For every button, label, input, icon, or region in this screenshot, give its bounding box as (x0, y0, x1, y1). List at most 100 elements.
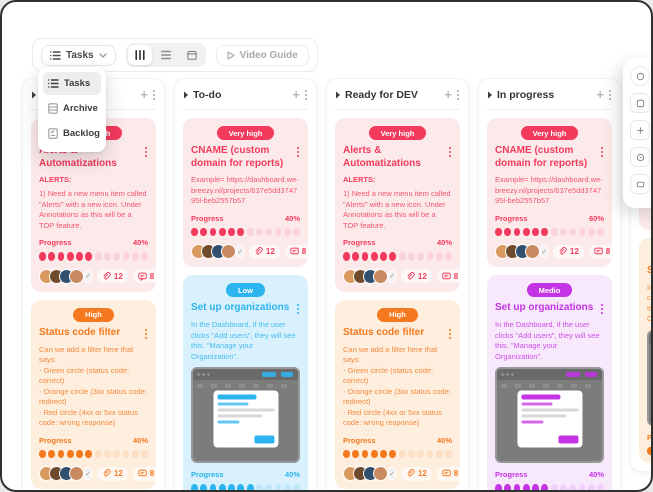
task-card-status-filter[interactable]: High Status code filter Can we add a fil… (31, 300, 156, 490)
card-footer: ✓ 12 8 (39, 269, 148, 284)
progress-row: Progress 40% (39, 238, 148, 247)
menu-item-backlog[interactable]: Backlog (43, 122, 101, 145)
task-card-setup-organizations[interactable]: Low Set up organizations In the Dashboar… (183, 275, 308, 492)
progress-percent: 40% (285, 470, 300, 479)
progress-dots (343, 450, 452, 459)
tasks-dropdown-label: Tasks (66, 50, 94, 61)
card-title: Alerts & Automatizations (343, 145, 444, 170)
progress-percent: 40% (437, 238, 452, 247)
card-title: Set up organizations (191, 302, 292, 315)
links-count[interactable]: 12 (401, 467, 432, 481)
list-icon (48, 79, 59, 88)
task-card-setup-organizations[interactable]: Medio Set up organizations In the Dashbo… (487, 275, 612, 492)
column-menu-icon[interactable] (152, 89, 156, 101)
progress-percent: 60% (589, 214, 604, 223)
progress-label: Progress (343, 436, 376, 445)
card-menu-icon[interactable] (448, 146, 452, 158)
comments-count[interactable]: 8 (133, 269, 159, 283)
caret-right-icon[interactable] (183, 91, 189, 99)
caret-right-icon[interactable] (31, 91, 37, 99)
calendar-view-button[interactable] (180, 45, 204, 65)
card-footer: ✓ 12 8 (39, 466, 148, 481)
add-card-button[interactable]: + (444, 90, 452, 100)
progress-row: Progress 40% (343, 436, 452, 445)
widget-button-5[interactable] (630, 174, 650, 194)
column-title: Ready for DEV (345, 89, 440, 101)
column-header: Ready for DEV + (335, 87, 460, 110)
comment-icon (442, 469, 451, 478)
card-menu-icon[interactable] (296, 146, 300, 158)
avatar-group (39, 466, 79, 481)
column-header: In progress + (487, 87, 612, 110)
kanban-board: Ideas + Very high Alerts & Automatizatio… (22, 78, 653, 492)
avatar (221, 244, 236, 259)
links-count[interactable]: 12 (553, 245, 584, 259)
card-description: In the Dashboard, if the user clicks "Ad… (647, 283, 653, 325)
menu-item-archive[interactable]: Archive (43, 97, 101, 120)
links-count[interactable]: 12 (401, 269, 432, 283)
list-view-button[interactable] (154, 45, 178, 65)
links-count[interactable]: 12 (97, 269, 128, 283)
menu-item-label: Backlog (63, 128, 100, 139)
task-card-setup-organizations[interactable]: High Set up organizations In the Dashboa… (639, 238, 653, 463)
list-view-icon (161, 50, 171, 60)
check-avatar-icon: ✓ (388, 467, 396, 480)
app-window: Tasks Video Guide Ideas + (0, 0, 653, 492)
screenshot-thumbnail (191, 367, 300, 463)
add-card-button[interactable]: + (292, 90, 300, 100)
comments-count[interactable]: 8 (437, 467, 463, 481)
card-title: Status code filter (39, 327, 140, 340)
card-menu-icon[interactable] (144, 328, 148, 340)
view-switcher (126, 43, 206, 67)
widget-button-3[interactable] (630, 120, 650, 140)
caret-right-icon[interactable] (335, 91, 341, 99)
menu-item-tasks[interactable]: Tasks (43, 72, 101, 95)
widget-button-2[interactable] (630, 93, 650, 113)
progress-dots (647, 447, 653, 456)
card-menu-icon[interactable] (600, 146, 604, 158)
task-card-alerts[interactable]: Very high Alerts & Automatizations ALERT… (335, 118, 460, 292)
column-todo: To-do + Very high CNAME (custom domain f… (174, 78, 317, 492)
comments-count[interactable]: 8 (285, 245, 311, 259)
card-menu-icon[interactable] (448, 328, 452, 340)
task-card-cname[interactable]: Very high CNAME (custom domain for repor… (487, 118, 612, 267)
priority-badge: Very high (217, 126, 275, 140)
columns-view-button[interactable] (128, 45, 152, 65)
column-menu-icon[interactable] (456, 89, 460, 101)
add-card-button[interactable]: + (596, 90, 604, 100)
column-menu-icon[interactable] (304, 89, 308, 101)
task-card-cname[interactable]: Very high CNAME (custom domain for repor… (183, 118, 308, 267)
tasks-dropdown-button[interactable]: Tasks (41, 45, 116, 66)
links-count[interactable]: 12 (97, 467, 128, 481)
add-card-button[interactable]: + (140, 90, 148, 100)
avatar (525, 244, 540, 259)
video-guide-label: Video Guide (240, 50, 298, 61)
task-card-status-filter[interactable]: High Status code filter Can we add a fil… (335, 300, 460, 490)
card-menu-icon[interactable] (144, 146, 148, 158)
caret-right-icon[interactable] (487, 91, 493, 99)
link-icon (558, 247, 567, 256)
card-body-lead: ALERTS: (39, 175, 148, 184)
widget-button-4[interactable] (630, 147, 650, 167)
priority-badge: High (377, 308, 418, 322)
archive-icon (48, 103, 58, 114)
card-menu-icon[interactable] (296, 303, 300, 315)
video-guide-button[interactable]: Video Guide (216, 45, 309, 66)
comments-count[interactable]: 8 (589, 245, 615, 259)
comments-count[interactable]: 8 (133, 467, 159, 481)
progress-dots (343, 252, 452, 261)
card-title: CNAME (custom domain for reports) (495, 145, 596, 170)
card-menu-icon[interactable] (600, 303, 604, 315)
progress-label: Progress (343, 238, 376, 247)
card-footer: ✓ 12 8 (191, 244, 300, 259)
avatar (373, 269, 388, 284)
column-title: In progress (497, 89, 592, 101)
links-count[interactable]: 12 (249, 245, 280, 259)
widget-button-1[interactable] (630, 66, 650, 86)
comments-count[interactable]: 8 (437, 269, 463, 283)
column-menu-icon[interactable] (608, 89, 612, 101)
screenshot-thumbnail (495, 367, 604, 463)
link-icon (102, 469, 111, 478)
avatar-group (495, 244, 535, 259)
tasks-dropdown-menu: Tasks Archive Backlog (38, 67, 106, 152)
